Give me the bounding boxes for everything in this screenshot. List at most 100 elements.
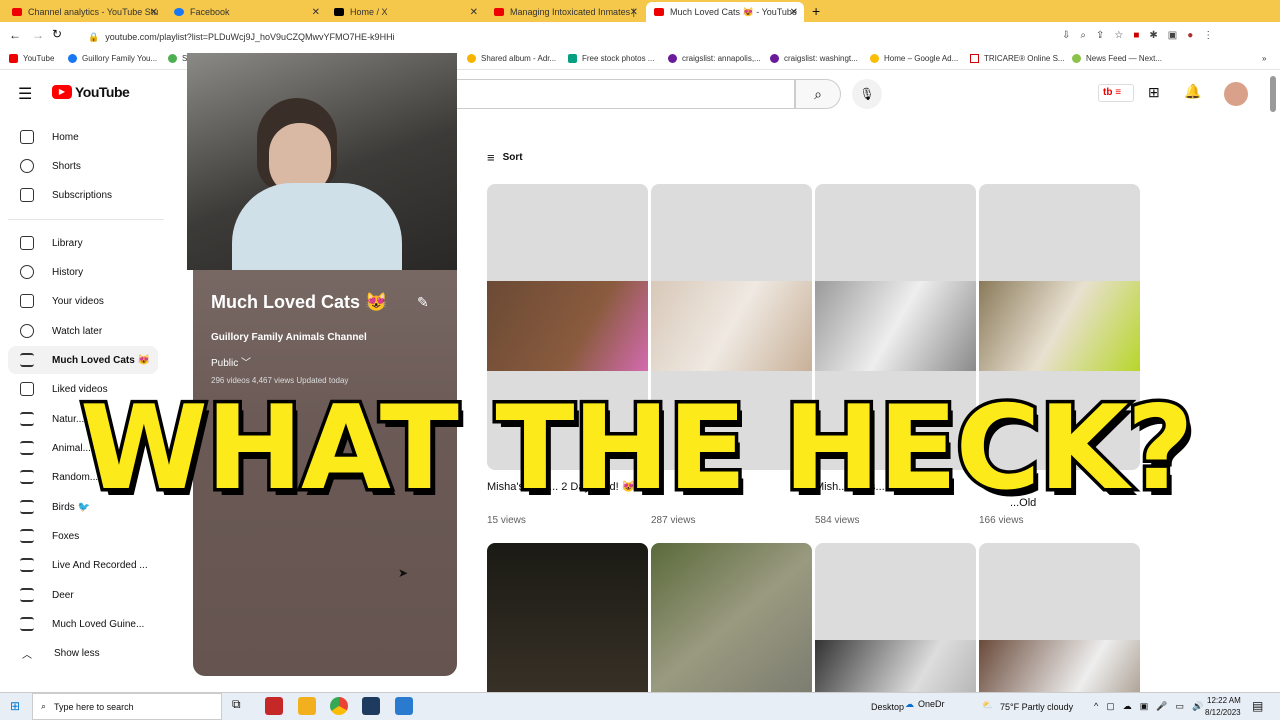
extension-button[interactable]: tb ≡ [1098,84,1134,102]
share-icon[interactable]: ⇪ [1096,30,1104,41]
puzzle-icon[interactable]: ✱ [1149,30,1157,41]
chrome-icon[interactable] [330,697,348,715]
star-icon[interactable]: ☆ [1114,30,1123,41]
onedrive-icon[interactable]: ☁ [905,699,914,710]
tab-bar: Channel analytics - YouTube Stu ✕ Faceboo… [0,0,1280,22]
sidebar-item-watch-later[interactable]: Watch later [8,317,158,345]
back-icon[interactable]: ← [9,28,21,42]
menu-icon[interactable]: ⋮ [1203,30,1213,41]
video-thumbnail[interactable] [487,543,648,703]
meet-icon[interactable]: ▢ [1106,701,1115,712]
bookmark[interactable]: Shared album - Adr... [467,54,556,63]
windows-taskbar: ⊞ ⌕ Type here to search ⧉ Desktop ☁ OneDr… [0,692,1280,720]
video-thumbnail[interactable] [651,543,812,703]
tab-facebook[interactable]: Facebook ✕ [166,2,326,22]
app-icon[interactable] [395,697,413,715]
weather-widget[interactable]: 75°F Partly cloudy [1000,702,1073,712]
network-icon[interactable]: ▭ [1175,701,1184,712]
sidebar-item-playlist[interactable]: Deer [8,581,158,609]
notification-center-icon[interactable]: ▤ [1252,699,1263,713]
task-view-icon[interactable]: ⧉ [232,697,250,715]
install-icon[interactable]: ⇩ [1062,30,1070,41]
microphone-icon[interactable]: 🎤 [1156,701,1167,712]
visibility-dropdown[interactable]: Public ﹀ [211,354,251,369]
sort-button[interactable]: ≡ Sort [487,150,523,165]
playlist-icon [20,588,34,602]
sidebar-item-subscriptions[interactable]: Subscriptions [8,181,158,209]
windows-start-icon[interactable]: ⊞ [10,699,20,713]
cloud-icon[interactable]: ☁ [1123,701,1132,712]
youtube-logo[interactable]: ▶ YouTube [52,84,130,100]
bookmark[interactable]: S [168,54,187,63]
app-icon[interactable] [362,697,380,715]
app-tray-icon[interactable]: ▣ [1140,701,1149,712]
playlist-title: Much Loved Cats 😻 [211,292,388,312]
sidebar-item-home[interactable]: Home [8,123,158,151]
reload-icon[interactable]: ↻ [52,27,62,41]
url-field[interactable]: 🔒 youtube.com/playlist?list=PLDuWcj9J_hoV… [88,27,1048,47]
zoom-icon[interactable]: ⌕ [1080,30,1086,41]
sidebar-item-history[interactable]: History [8,258,158,286]
sidebar-show-less[interactable]: ︿ Show less [8,639,158,667]
desktop-toolbar[interactable]: Desktop [871,702,904,712]
sidebar-item-library[interactable]: Library [8,229,158,257]
thumbnail-image [979,281,1140,371]
close-icon[interactable]: ✕ [630,7,638,18]
search-input[interactable] [457,79,795,109]
sidebar-icon[interactable]: ▣ [1168,30,1177,41]
edit-pencil-icon[interactable]: ✎ [417,294,429,311]
file-explorer-icon[interactable] [298,697,316,715]
tab-x[interactable]: Home / X ✕ [326,2,484,22]
lock-icon: 🔒 [88,31,100,42]
chevron-down-icon: ﹀ [241,358,252,369]
sidebar-item-playlist[interactable]: Live And Recorded ... [8,551,158,579]
account-avatar[interactable] [1224,82,1248,106]
hamburger-menu-icon[interactable]: ☰ [18,84,32,104]
sidebar-item-much-loved-cats[interactable]: Much Loved Cats 😻 [8,346,158,374]
sidebar-item-playlist[interactable]: Foxes [8,522,158,550]
weather-icon: ⛅ [982,700,994,710]
close-icon[interactable]: ✕ [150,7,158,18]
bookmark[interactable]: craigslist: washingt... [770,54,858,63]
tab-channel-analytics[interactable]: Channel analytics - YouTube Stu ✕ [4,2,164,22]
channel-name-link[interactable]: Guillory Family Animals Channel [211,332,367,343]
bookmark[interactable]: Guillory Family You... [68,54,157,63]
forward-icon[interactable]: → [32,28,44,42]
search-button[interactable]: ⌕ [795,79,841,109]
taskbar-search-box[interactable]: ⌕ Type here to search [32,693,222,720]
sidebar-item-shorts[interactable]: Shorts [8,152,158,180]
youtube-icon [654,8,664,16]
voice-search-button[interactable]: 🎙 [852,79,882,109]
create-video-icon[interactable]: ⊞ [1148,84,1160,101]
divider [8,219,164,220]
close-icon[interactable]: ✕ [312,7,320,18]
sidebar-item-your-videos[interactable]: Your videos [8,287,158,315]
bookmark[interactable]: Home – Google Ad... [870,54,958,63]
clock-icon [20,324,34,338]
clock-time[interactable]: 12:22 AM [1207,696,1241,705]
bookmark[interactable]: TRICARE® Online S... [970,54,1065,63]
clock-date[interactable]: 8/12/2023 [1205,708,1241,717]
video-thumbnail[interactable] [979,543,1140,703]
bookmark[interactable]: Free stock photos ... [568,54,654,63]
new-tab-button[interactable]: + [812,3,820,19]
notifications-bell-icon[interactable]: 🔔 [1184,83,1201,100]
bookmark[interactable]: YouTube [9,54,54,63]
video-thumbnail[interactable] [815,543,976,703]
sidebar-item-playlist[interactable]: Much Loved Guine... [8,610,158,638]
close-icon[interactable]: ✕ [790,7,798,18]
profile-avatar[interactable]: ● [1187,30,1193,41]
tab-managing-inmates[interactable]: Managing Intoxicated Inmates | ✕ [486,2,644,22]
bookmark[interactable]: craigslist: annapolis,... [668,54,761,63]
bookmarks-more[interactable]: » [1262,54,1266,63]
mcafee-icon[interactable] [265,697,283,715]
extension-icon[interactable]: ■ [1133,30,1139,41]
onedrive-label[interactable]: OneDr [918,699,945,709]
thumbnail-image [815,281,976,371]
bookmark[interactable]: News Feed — Next... [1072,54,1162,63]
volume-icon[interactable]: 🔊 [1192,701,1203,712]
tab-much-loved-cats[interactable]: Much Loved Cats 😻 - YouTube ✕ [646,2,804,22]
chevron-up-icon[interactable]: ^ [1094,701,1098,712]
close-icon[interactable]: ✕ [470,7,478,18]
scrollbar[interactable] [1270,76,1276,112]
